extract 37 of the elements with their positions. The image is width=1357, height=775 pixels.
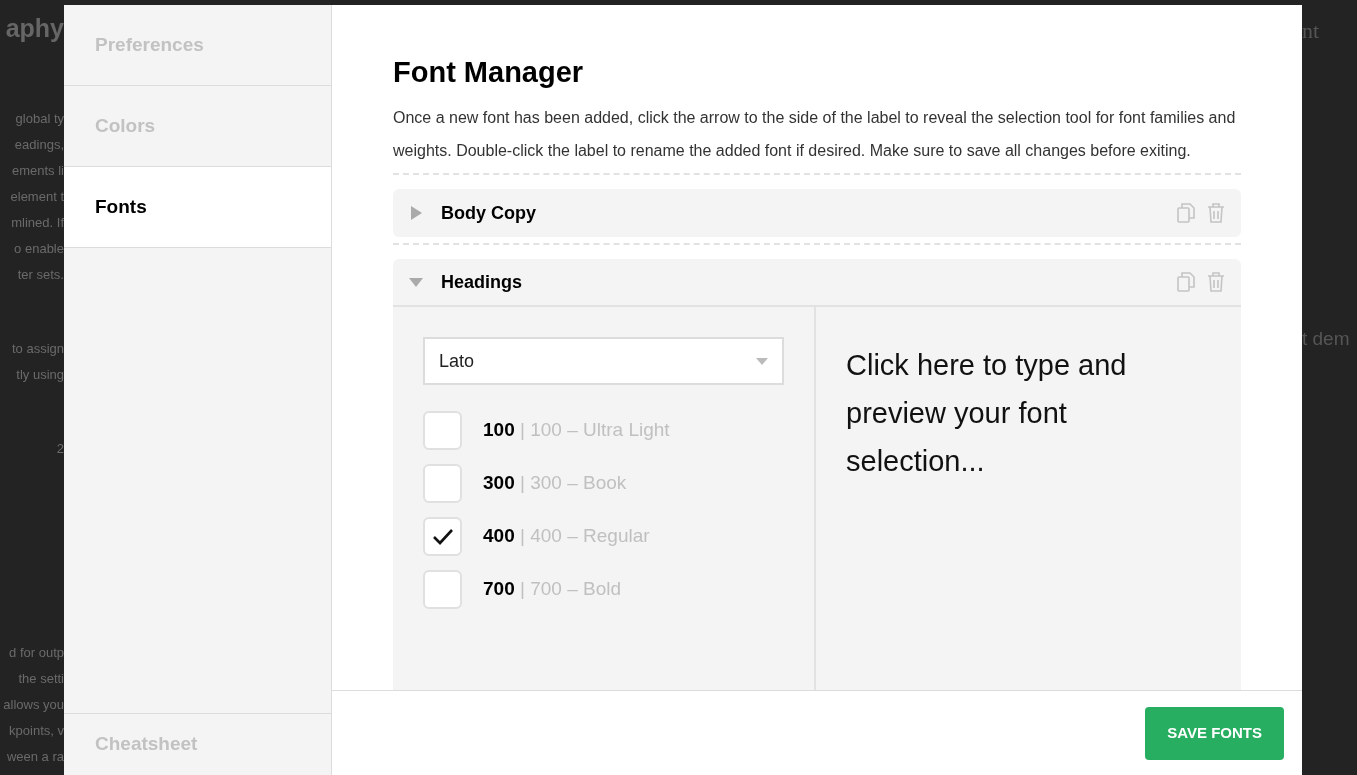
sidebar-tab[interactable]: Fonts (64, 167, 331, 248)
dialog-title: Font Manager (393, 55, 585, 90)
copy-icon[interactable] (1177, 203, 1195, 223)
check-icon (431, 527, 454, 546)
background-text: 2 (56, 440, 64, 458)
dropdown-caret-icon (756, 357, 768, 365)
weight-checkbox[interactable] (423, 517, 462, 556)
caret-right-icon[interactable] (409, 206, 423, 220)
copy-icon[interactable] (1177, 272, 1195, 292)
background-text: ements li (11, 162, 64, 180)
page-title: aphy (5, 13, 64, 44)
background-text: to assign (11, 340, 64, 358)
description-text: Once a new font has been added, click the arrow to the side of the label to reveal the selection tool for font families and weights. Double-click the label to rename the added font if desired. Make sure to save all changes before exiting. (393, 108, 1237, 161)
font-item-name: Headings (441, 270, 523, 294)
font-family-select[interactable]: Lato (423, 337, 784, 385)
weight-checkbox[interactable] (423, 570, 462, 609)
preview-text[interactable]: Click here to type and preview your font selection... (846, 341, 1176, 485)
weight-checkbox[interactable] (423, 411, 462, 450)
background-text: ter sets. (17, 266, 64, 284)
trash-icon[interactable] (1207, 272, 1225, 292)
background-text: eadings, (14, 136, 64, 154)
trash-icon[interactable] (1207, 203, 1225, 223)
background-text: o enable (14, 240, 64, 258)
background-text: the setti (18, 670, 64, 688)
background-text: mlined. If (11, 214, 64, 232)
background-text: ween a ra (6, 748, 64, 766)
background-text: element t (10, 188, 64, 206)
background-text: kpoints, v (9, 722, 64, 740)
background-text: global ty (15, 110, 64, 128)
font-item-header[interactable]: Body Copy (393, 189, 1241, 237)
font-item-name: Body Copy (441, 201, 536, 225)
weight-checkbox[interactable] (423, 464, 462, 503)
background-text: d for outp (9, 644, 64, 662)
caret-down-icon[interactable] (409, 275, 423, 289)
font-item-header[interactable]: Headings (393, 259, 1241, 307)
background-text: tly using (16, 366, 64, 384)
background-text: allows you (3, 696, 64, 714)
